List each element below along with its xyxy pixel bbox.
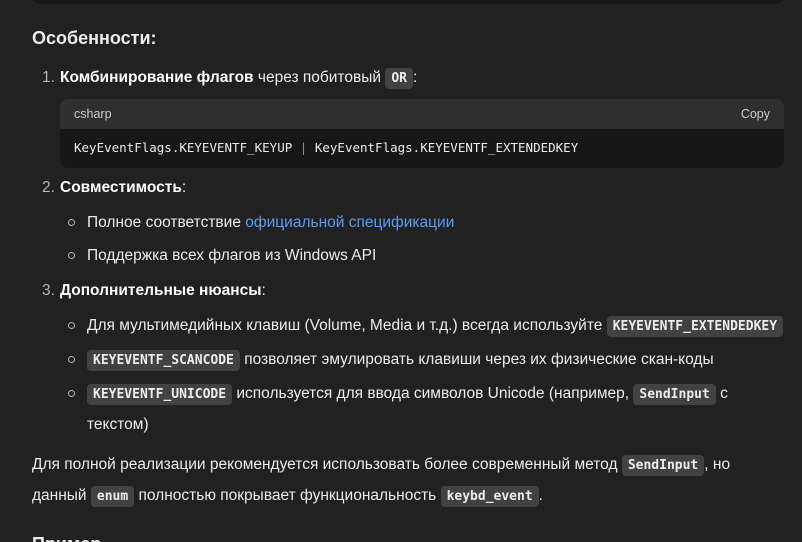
code-part: KeyEventFlags.KEYEVENTF_EXTENDEDKEY [307,140,579,155]
spec-link[interactable]: официальной спецификации [245,214,454,231]
sub-list: Для мультимедийных клавиш (Volume, Media… [60,311,784,440]
bullet-icon [68,356,75,363]
inline-code: enum [90,486,135,507]
list-item: 2. Совместимость: Полное соответствие оф… [32,174,784,271]
sub-list: Полное соответствие официальной специфик… [60,208,784,271]
code-part: KeyEventFlags.KEYEVENTF_KEYUP [74,140,300,155]
inline-code: OR [385,68,413,89]
sub-item-text: позволяет эмулировать клавиши через их ф… [239,351,714,368]
copy-label: Copy [740,107,770,121]
sub-list-item: KEYEVENTF_UNICODE используется для ввода… [60,379,784,440]
bullet-icon [68,219,75,226]
message-content: Особенности: 1. Комбинирование флагов че… [32,24,784,512]
sub-list-item: KEYEVENTF_SCANCODE позволяет эмулировать… [60,345,784,376]
list-item: 1. Комбинирование флагов через побитовый… [32,64,784,168]
sub-item-text: используется для ввода символов Unicode … [232,385,634,402]
sub-list-item: Для мультимедийных клавиш (Volume, Media… [60,311,784,342]
item-suffix: : [181,179,187,196]
bullet-icon [68,252,75,259]
summary-text: Для полной реализации рекомендуется испо… [32,456,622,473]
code-block: csharp Copy KeyEventFlags.KEYEVENTF_KEYU… [60,99,784,168]
inline-code: SendInput [633,384,716,405]
summary-text: . [538,487,543,504]
list-item: 3. Дополнительные нюансы: Для мультимеди… [32,277,784,440]
item-title: Совместимость [60,179,182,196]
sub-item-text: Полное соответствие [87,214,246,231]
code-language-label: csharp [74,107,112,121]
item-text: через побитовый [253,69,386,86]
list-number: 2. [42,179,55,196]
sub-item-text: Для мультимедийных клавиш (Volume, Media… [87,317,607,334]
bullet-icon [68,390,75,397]
inline-code: SendInput [621,455,705,476]
sub-list-item: Полное соответствие официальной специфик… [60,208,784,238]
item-title: Дополнительные нюансы [60,282,262,299]
sub-list-item: Поддержка всех флагов из Windows API [60,241,784,271]
code-block-body[interactable]: KeyEventFlags.KEYEVENTF_KEYUP | KeyEvent… [60,129,784,168]
inline-code: KEYEVENTF_EXTENDEDKEY [606,316,784,337]
next-section-heading: Пример ... [32,534,121,542]
code-block-header: csharp Copy [60,99,784,129]
item-suffix: : [261,282,266,299]
inline-code: KEYEVENTF_SCANCODE [87,350,240,371]
list-number: 1. [42,69,55,86]
summary-text: полностью покрывает функциональность [134,487,441,504]
summary-paragraph: Для полной реализации рекомендуется испо… [32,450,784,512]
inline-code: KEYEVENTF_UNICODE [87,384,233,405]
item-suffix: : [412,69,418,86]
features-list: 1. Комбинирование флагов через побитовый… [32,64,784,440]
bullet-icon [68,322,75,329]
item-title: Комбинирование флагов [60,69,254,86]
sub-item-text: Поддержка всех флагов из Windows API [87,247,377,264]
copy-button[interactable]: Copy [741,100,770,128]
previous-code-block [32,0,784,4]
inline-code: keybd_event [440,486,539,507]
list-number: 3. [42,282,55,299]
section-heading: Особенности: [32,28,157,48]
